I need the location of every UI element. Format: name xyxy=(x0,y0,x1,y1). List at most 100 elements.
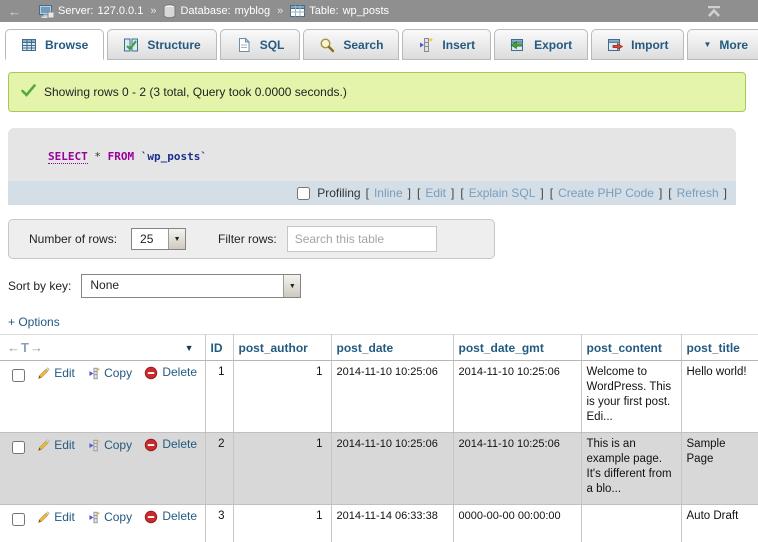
sql-query: SELECT * FROM `wp_posts` xyxy=(8,128,736,181)
profiling-label: Profiling xyxy=(317,186,360,200)
breadcrumb: ← Server: 127.0.0.1 » Database: myblog »… xyxy=(0,0,758,22)
column-header-post-date-gmt[interactable]: post_date_gmt xyxy=(453,335,581,361)
tab-bar: Browse Structure SQL Search Insert xyxy=(0,22,758,60)
bracket: ] xyxy=(659,186,662,200)
row-checkbox[interactable] xyxy=(12,369,25,382)
delete-icon xyxy=(144,366,158,380)
server-value: 127.0.0.1 xyxy=(97,5,143,17)
row-actions: Edit Copy Delete xyxy=(0,505,205,542)
rows-per-page-value: 25 xyxy=(132,229,168,249)
edit-label: Edit xyxy=(54,366,75,381)
tab-insert[interactable]: Insert xyxy=(402,29,491,60)
breadcrumb-database[interactable]: Database: myblog xyxy=(163,4,270,19)
bracket: ] xyxy=(724,186,727,200)
cell-post-content xyxy=(581,505,681,542)
sql-star: * xyxy=(94,150,101,163)
cell-id: 3 xyxy=(205,505,233,542)
row-checkbox[interactable] xyxy=(12,441,25,454)
breadcrumb-table[interactable]: Table: wp_posts xyxy=(290,4,389,18)
column-header-post-title[interactable]: post_title xyxy=(681,335,758,361)
import-icon xyxy=(607,37,623,53)
table-row: Edit Copy Delete 2 1 2014-11-10 10:25:06… xyxy=(0,433,758,505)
edit-query-link[interactable]: Edit xyxy=(425,186,446,200)
delete-icon xyxy=(144,438,158,452)
column-header-post-date[interactable]: post_date xyxy=(331,335,453,361)
copy-label: Copy xyxy=(104,510,132,525)
tab-import[interactable]: Import xyxy=(591,29,684,60)
rows-per-page-select[interactable]: 25 ▼ xyxy=(131,228,186,250)
sql-query-box: SELECT * FROM `wp_posts` Profiling [ Inl… xyxy=(8,128,736,205)
delete-icon xyxy=(144,510,158,524)
copy-link[interactable]: Copy xyxy=(87,366,132,381)
bracket: [ xyxy=(417,186,420,200)
copy-link[interactable]: Copy xyxy=(87,510,132,525)
sort-key-select[interactable]: None ▼ xyxy=(81,274,301,298)
sql-toolbar: Profiling [ Inline ] [ Edit ] [ Explain … xyxy=(8,181,736,205)
server-label: Server: xyxy=(58,5,93,17)
tab-sql[interactable]: SQL xyxy=(220,29,301,60)
copy-link[interactable]: Copy xyxy=(87,438,132,453)
delete-label: Delete xyxy=(162,509,197,524)
edit-link[interactable]: Edit xyxy=(37,438,75,453)
sort-dropdown-icon[interactable]: ▼ xyxy=(185,343,194,353)
bracket: [ xyxy=(668,186,671,200)
copy-icon xyxy=(87,511,100,524)
tab-export[interactable]: Export xyxy=(494,29,588,60)
tab-label: SQL xyxy=(260,38,285,52)
profiling-checkbox[interactable] xyxy=(297,187,310,200)
edit-pencil-icon xyxy=(37,439,50,452)
row-actions: Edit Copy Delete xyxy=(0,361,205,433)
column-header-id[interactable]: ID xyxy=(205,335,233,361)
tab-search[interactable]: Search xyxy=(303,29,399,60)
edit-link[interactable]: Edit xyxy=(37,366,75,381)
delete-label: Delete xyxy=(162,437,197,452)
cell-post-date-gmt: 2014-11-10 10:25:06 xyxy=(453,361,581,433)
delete-link[interactable]: Delete xyxy=(144,365,197,380)
breadcrumb-server[interactable]: Server: 127.0.0.1 xyxy=(39,4,143,19)
breadcrumb-separator: » xyxy=(150,5,156,17)
explain-sql-link[interactable]: Explain SQL xyxy=(469,186,536,200)
table-icon xyxy=(290,4,305,18)
inline-link[interactable]: Inline xyxy=(374,186,403,200)
column-header-post-content[interactable]: post_content xyxy=(581,335,681,361)
refresh-link[interactable]: Refresh xyxy=(677,186,719,200)
export-icon xyxy=(510,37,526,53)
chevron-down-icon: ▼ xyxy=(703,40,711,49)
cell-post-date-gmt: 0000-00-00 00:00:00 xyxy=(453,505,581,542)
edit-link[interactable]: Edit xyxy=(37,510,75,525)
filter-label: Filter rows: xyxy=(218,232,277,246)
create-php-code-link[interactable]: Create PHP Code xyxy=(558,186,654,200)
sql-select-keyword[interactable]: SELECT xyxy=(48,150,88,164)
column-options-icon[interactable]: ←T→ xyxy=(7,340,44,355)
tab-label: Browse xyxy=(45,38,88,52)
delete-label: Delete xyxy=(162,365,197,380)
column-header-post-author[interactable]: post_author xyxy=(233,335,331,361)
delete-link[interactable]: Delete xyxy=(144,437,197,452)
breadcrumb-separator: » xyxy=(277,5,283,17)
filter-input[interactable] xyxy=(287,226,437,252)
cell-post-content: Welcome to WordPress. This is your first… xyxy=(581,361,681,433)
tab-label: Import xyxy=(631,38,668,52)
insert-icon xyxy=(418,37,434,53)
delete-link[interactable]: Delete xyxy=(144,509,197,524)
cell-post-author: 1 xyxy=(233,505,331,542)
collapse-panel-icon[interactable]: ← xyxy=(8,4,34,19)
tab-browse[interactable]: Browse xyxy=(5,29,104,60)
header-row: ←T→ ▼ ID post_author post_date post_date… xyxy=(0,335,758,361)
success-check-icon xyxy=(21,84,36,100)
database-icon xyxy=(163,4,176,19)
dropdown-arrow-icon: ▼ xyxy=(283,275,300,297)
edit-pencil-icon xyxy=(37,511,50,524)
scroll-to-top-icon[interactable] xyxy=(706,4,722,18)
row-checkbox[interactable] xyxy=(12,513,25,526)
options-toggle[interactable]: + Options xyxy=(8,315,60,329)
tab-label: Search xyxy=(343,38,383,52)
cell-post-date: 2014-11-10 10:25:06 xyxy=(331,361,453,433)
tab-more[interactable]: ▼ More xyxy=(687,29,758,60)
server-icon xyxy=(39,4,54,19)
tab-structure[interactable]: Structure xyxy=(107,29,216,60)
copy-label: Copy xyxy=(104,438,132,453)
cell-post-date: 2014-11-14 06:33:38 xyxy=(331,505,453,542)
bracket: ] xyxy=(408,186,411,200)
bracket: [ xyxy=(366,186,369,200)
